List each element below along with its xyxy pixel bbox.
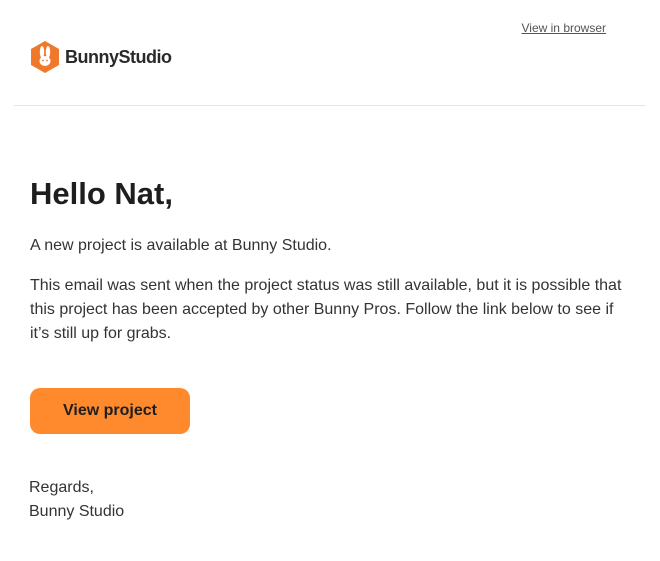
email-signoff: Regards, Bunny Studio	[29, 476, 124, 524]
view-in-browser-link[interactable]: View in browser	[522, 21, 606, 35]
greeting-heading: Hello Nat,	[30, 176, 173, 211]
regards-text: Regards,	[29, 479, 94, 496]
email-body: Hello Nat, A new project is available at…	[30, 172, 630, 434]
signature-text: Bunny Studio	[29, 503, 125, 520]
intro-text: A new project is available at Bunny Stud…	[30, 237, 332, 254]
notice-text: This email was sent when the project sta…	[30, 277, 622, 342]
brand-name: BunnyStudio	[65, 46, 172, 67]
header-divider	[14, 105, 646, 106]
view-project-button[interactable]: View project	[30, 388, 190, 434]
brand-logo[interactable]: BunnyStudio	[30, 41, 172, 73]
bunny-hexagon-icon	[31, 41, 59, 73]
email-header: View in browser BunnyStudio	[0, 0, 660, 106]
